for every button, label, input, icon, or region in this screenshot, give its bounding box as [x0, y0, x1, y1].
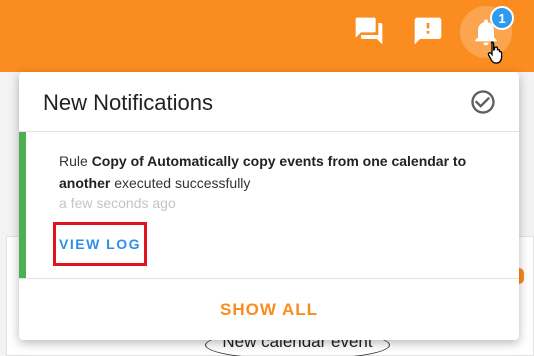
panel-title: New Notifications: [43, 90, 213, 115]
notification-count-badge: 1: [490, 6, 514, 30]
success-status-bar: [19, 132, 26, 278]
feedback-icon[interactable]: [411, 14, 445, 48]
notification-message: Rule Copy of Automatically copy events f…: [59, 150, 509, 194]
message-prefix: Rule: [59, 153, 92, 169]
notification-item: Rule Copy of Automatically copy events f…: [19, 132, 519, 278]
notifications-panel: New Notifications Rule Copy of Automatic…: [19, 72, 519, 340]
top-bar: 1: [0, 0, 534, 72]
view-log-button[interactable]: VIEW LOG: [53, 222, 147, 266]
show-all-button[interactable]: SHOW ALL: [19, 279, 519, 340]
chat-icon[interactable]: [352, 14, 386, 48]
check-circle-icon[interactable]: [469, 88, 497, 116]
hand-cursor-icon: [487, 41, 503, 64]
message-suffix: executed successfully: [110, 175, 251, 191]
notification-timestamp: a few seconds ago: [59, 195, 176, 211]
